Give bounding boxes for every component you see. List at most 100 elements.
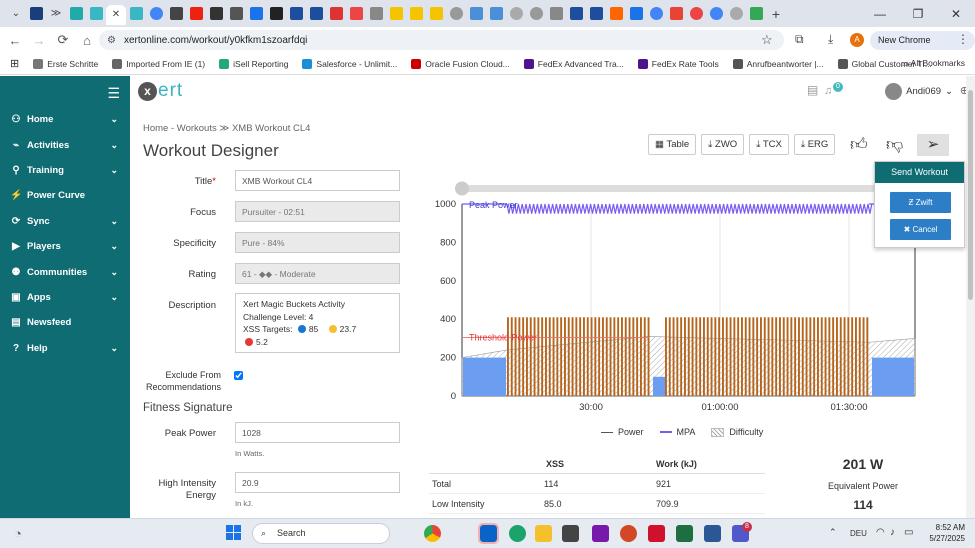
- sidebar-item-newsfeed[interactable]: ▤ Newsfeed: [0, 310, 130, 335]
- minimize-icon[interactable]: —: [861, 7, 899, 21]
- tab-favicon[interactable]: [666, 4, 686, 24]
- tab-favicon[interactable]: [146, 4, 166, 24]
- tab-active[interactable]: ✕: [106, 4, 126, 25]
- tab-favicon[interactable]: [206, 4, 226, 24]
- bookmark-item[interactable]: Erste Schritte: [33, 58, 98, 69]
- bookmark-item[interactable]: Anrufbeantworter |...: [732, 58, 824, 69]
- tab-favicon[interactable]: [406, 4, 426, 24]
- tab-favicon[interactable]: [526, 4, 546, 24]
- sidebar-item-communities[interactable]: ⚉ Communities ⌄: [0, 259, 130, 284]
- battery-icon[interactable]: ▭: [904, 527, 913, 538]
- peak-power-input[interactable]: 1028: [235, 422, 400, 443]
- bookmark-item[interactable]: FedEx Advanced Tra...: [523, 58, 624, 69]
- store-icon[interactable]: [562, 525, 579, 542]
- excel-icon[interactable]: [676, 525, 693, 542]
- bell-icon[interactable]: ♫: [824, 85, 832, 97]
- legend-power[interactable]: Power: [601, 427, 644, 437]
- tab-favicon[interactable]: [226, 4, 246, 24]
- tab-favicon[interactable]: [326, 4, 346, 24]
- tab-favicon[interactable]: [726, 4, 746, 24]
- tab-favicon[interactable]: [446, 4, 466, 24]
- start-icon[interactable]: [226, 525, 241, 540]
- sidebar-item-players[interactable]: ▶ Players ⌄: [0, 234, 130, 259]
- close-icon[interactable]: ✕: [937, 7, 975, 21]
- tab-favicon[interactable]: [86, 4, 106, 24]
- tray-chevron-icon[interactable]: ⌃: [829, 527, 837, 538]
- word-icon[interactable]: [704, 525, 721, 542]
- forward-icon[interactable]: →: [27, 33, 51, 48]
- tab-favicon[interactable]: [126, 4, 146, 24]
- tab-favicon[interactable]: [506, 4, 526, 24]
- zwift-button[interactable]: Ƶ Zwift: [890, 192, 951, 213]
- tab-favicon[interactable]: [546, 4, 566, 24]
- xert-logo[interactable]: x ert: [138, 80, 183, 102]
- tab-favicon[interactable]: [586, 4, 606, 24]
- taskbar-search[interactable]: ⌕ Search: [252, 523, 390, 544]
- volume-icon[interactable]: ♪: [890, 527, 895, 538]
- home-icon[interactable]: ⌂: [75, 33, 99, 48]
- sidebar-item-activities[interactable]: ⌁ Activities ⌄: [0, 132, 130, 157]
- tab-favicon[interactable]: [646, 4, 666, 24]
- description-textarea[interactable]: Xert Magic Buckets Activity Challenge Le…: [235, 293, 400, 353]
- tab-favicon[interactable]: [286, 4, 306, 24]
- all-bookmarks[interactable]: ▭ All Bookmarks: [901, 58, 965, 69]
- hie-input[interactable]: 20.9: [235, 472, 400, 493]
- outlook-icon[interactable]: [478, 523, 499, 544]
- powerpoint-icon[interactable]: [620, 525, 637, 542]
- tab-favicon[interactable]: [306, 4, 326, 24]
- send-icon[interactable]: ➢: [917, 134, 949, 156]
- tab-favicon[interactable]: [366, 4, 386, 24]
- explorer-icon[interactable]: [535, 525, 552, 542]
- bookmark-item[interactable]: Salesforce - Unlimit...: [302, 58, 397, 69]
- bookmark-star-icon[interactable]: ☆: [761, 32, 773, 48]
- onenote-icon[interactable]: [592, 525, 609, 542]
- title-input[interactable]: XMB Workout CL4: [235, 170, 400, 191]
- thumbs-up-icon[interactable]: 👍︎: [850, 134, 868, 155]
- tab-favicon[interactable]: ≫: [46, 4, 66, 24]
- url-field[interactable]: ⚙ xertonline.com/workout/y0kfkm1szoarfdq…: [99, 30, 784, 50]
- menu-icon[interactable]: ⋮: [957, 32, 969, 46]
- tab-favicon[interactable]: [166, 4, 186, 24]
- sidebar-item-apps[interactable]: ▣ Apps ⌄: [0, 285, 130, 310]
- legend-difficulty[interactable]: Difficulty: [711, 427, 763, 437]
- extensions-icon[interactable]: ⧉: [795, 32, 804, 47]
- bookmark-item[interactable]: Imported From IE (1): [112, 58, 205, 69]
- tab-favicon[interactable]: [606, 4, 626, 24]
- bookmark-item[interactable]: Oracle Fusion Cloud...: [411, 58, 510, 69]
- cancel-button[interactable]: ✖ Cancel: [890, 219, 951, 240]
- sidebar-item-sync[interactable]: ⟳ Sync ⌄: [0, 209, 130, 234]
- tab-favicon[interactable]: [346, 4, 366, 24]
- tab-favicon[interactable]: [186, 4, 206, 24]
- tab-favicon[interactable]: [566, 4, 586, 24]
- thumbs-down-icon[interactable]: 👎︎: [886, 134, 903, 155]
- bookmark-item[interactable]: FedEx Rate Tools: [637, 58, 719, 69]
- wifi-icon[interactable]: ◠: [876, 527, 885, 538]
- tab-favicon[interactable]: [266, 4, 286, 24]
- tab-favicon[interactable]: [746, 4, 766, 24]
- maximize-icon[interactable]: ❐: [899, 7, 937, 21]
- reload-icon[interactable]: ⟳: [51, 32, 75, 48]
- tab-favicon[interactable]: [626, 4, 646, 24]
- user-menu[interactable]: Andi069 ⌄: [885, 83, 953, 100]
- tab-favicon[interactable]: [386, 4, 406, 24]
- clock[interactable]: 8:52 AM 5/27/2025: [929, 522, 965, 544]
- bookmark-item[interactable]: iSell Reporting: [219, 58, 288, 69]
- sidebar-item-power-curve[interactable]: ⚡ Power Curve: [0, 183, 130, 208]
- sidebar-item-home[interactable]: ⚇ Home ⌄: [0, 107, 130, 132]
- tab-favicon[interactable]: [466, 4, 486, 24]
- tab-favicon[interactable]: [66, 4, 86, 24]
- zwo-button[interactable]: ⤓ ZWO: [701, 134, 745, 155]
- sidebar-item-help[interactable]: ? Help ⌄: [0, 336, 130, 361]
- exclude-checkbox[interactable]: [234, 371, 243, 380]
- erg-button[interactable]: ⤓ ERG: [793, 134, 836, 155]
- tab-favicon[interactable]: [426, 4, 446, 24]
- hamburger-icon[interactable]: ☰: [107, 85, 120, 102]
- tab-favicon[interactable]: [686, 4, 706, 24]
- profile-avatar[interactable]: A: [850, 33, 864, 47]
- acrobat-icon[interactable]: [648, 525, 665, 542]
- edge-icon[interactable]: [509, 525, 526, 542]
- apps-grid-icon[interactable]: ⊞: [10, 57, 19, 70]
- back-icon[interactable]: ←: [3, 33, 27, 48]
- chrome-icon[interactable]: [424, 525, 441, 542]
- legend-mpa[interactable]: MPA: [659, 427, 695, 437]
